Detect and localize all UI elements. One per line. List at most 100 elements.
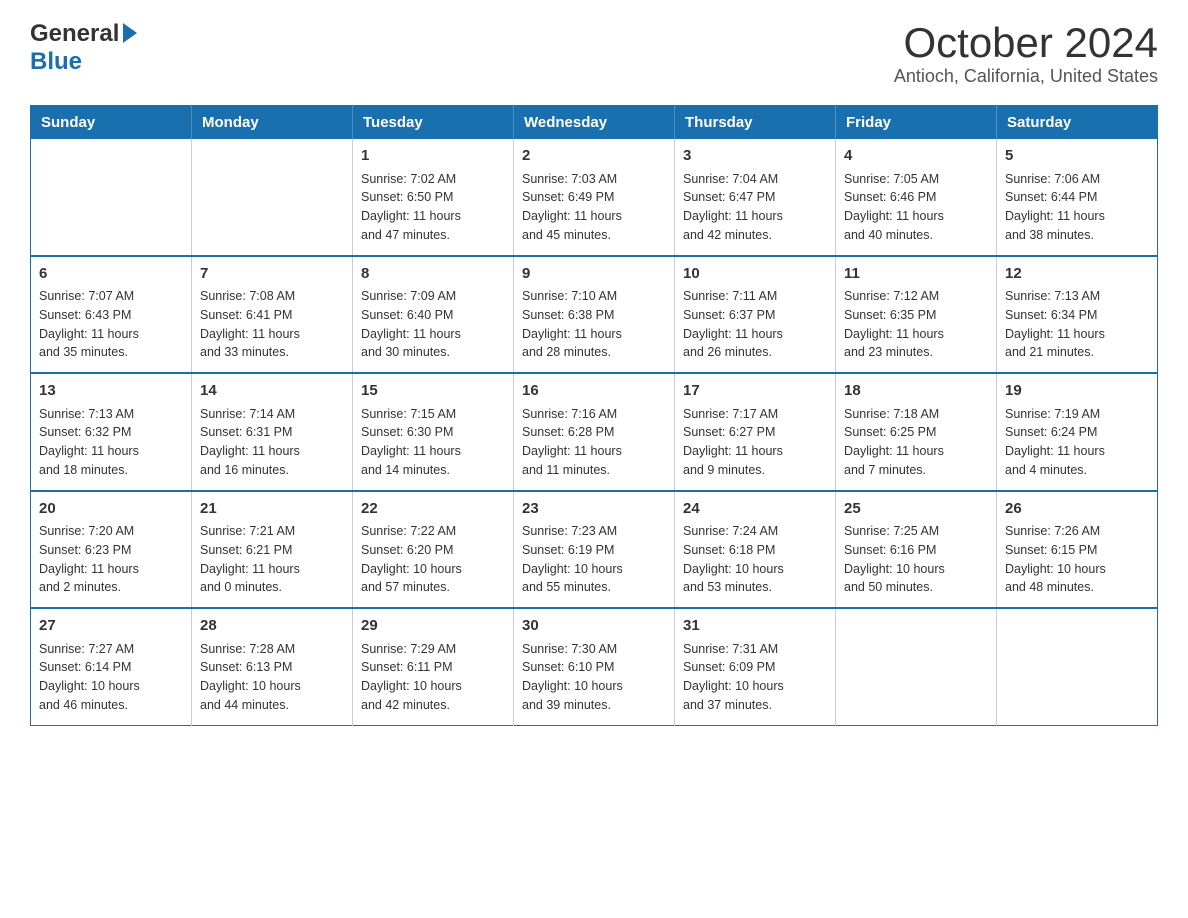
calendar-week-row: 6Sunrise: 7:07 AMSunset: 6:43 PMDaylight… bbox=[31, 256, 1158, 374]
day-number: 2 bbox=[522, 145, 666, 168]
day-number: 22 bbox=[361, 498, 505, 521]
calendar-day-24: 24Sunrise: 7:24 AMSunset: 6:18 PMDayligh… bbox=[675, 491, 836, 609]
calendar-day-17: 17Sunrise: 7:17 AMSunset: 6:27 PMDayligh… bbox=[675, 373, 836, 491]
day-info: Sunrise: 7:27 AMSunset: 6:14 PMDaylight:… bbox=[39, 640, 183, 715]
day-number: 19 bbox=[1005, 380, 1149, 403]
day-number: 13 bbox=[39, 380, 183, 403]
day-info: Sunrise: 7:23 AMSunset: 6:19 PMDaylight:… bbox=[522, 522, 666, 597]
day-info: Sunrise: 7:08 AMSunset: 6:41 PMDaylight:… bbox=[200, 287, 344, 362]
calendar-week-row: 1Sunrise: 7:02 AMSunset: 6:50 PMDaylight… bbox=[31, 139, 1158, 256]
day-number: 28 bbox=[200, 615, 344, 638]
calendar-day-26: 26Sunrise: 7:26 AMSunset: 6:15 PMDayligh… bbox=[997, 491, 1158, 609]
day-number: 27 bbox=[39, 615, 183, 638]
col-header-monday: Monday bbox=[192, 106, 353, 140]
calendar-week-row: 20Sunrise: 7:20 AMSunset: 6:23 PMDayligh… bbox=[31, 491, 1158, 609]
col-header-thursday: Thursday bbox=[675, 106, 836, 140]
calendar-day-22: 22Sunrise: 7:22 AMSunset: 6:20 PMDayligh… bbox=[353, 491, 514, 609]
day-info: Sunrise: 7:12 AMSunset: 6:35 PMDaylight:… bbox=[844, 287, 988, 362]
day-number: 5 bbox=[1005, 145, 1149, 168]
empty-cell bbox=[192, 139, 353, 256]
calendar-day-7: 7Sunrise: 7:08 AMSunset: 6:41 PMDaylight… bbox=[192, 256, 353, 374]
calendar-day-8: 8Sunrise: 7:09 AMSunset: 6:40 PMDaylight… bbox=[353, 256, 514, 374]
title-block: October 2024 Antioch, California, United… bbox=[894, 20, 1158, 87]
day-info: Sunrise: 7:06 AMSunset: 6:44 PMDaylight:… bbox=[1005, 170, 1149, 245]
calendar-day-3: 3Sunrise: 7:04 AMSunset: 6:47 PMDaylight… bbox=[675, 139, 836, 256]
day-info: Sunrise: 7:25 AMSunset: 6:16 PMDaylight:… bbox=[844, 522, 988, 597]
day-number: 10 bbox=[683, 263, 827, 286]
logo: General Blue bbox=[30, 20, 137, 76]
day-info: Sunrise: 7:13 AMSunset: 6:34 PMDaylight:… bbox=[1005, 287, 1149, 362]
day-info: Sunrise: 7:24 AMSunset: 6:18 PMDaylight:… bbox=[683, 522, 827, 597]
logo-triangle-icon bbox=[123, 23, 137, 43]
logo-general-text: General bbox=[30, 20, 119, 48]
day-info: Sunrise: 7:03 AMSunset: 6:49 PMDaylight:… bbox=[522, 170, 666, 245]
day-number: 20 bbox=[39, 498, 183, 521]
day-info: Sunrise: 7:17 AMSunset: 6:27 PMDaylight:… bbox=[683, 405, 827, 480]
day-number: 15 bbox=[361, 380, 505, 403]
location-title: Antioch, California, United States bbox=[894, 66, 1158, 87]
calendar-day-16: 16Sunrise: 7:16 AMSunset: 6:28 PMDayligh… bbox=[514, 373, 675, 491]
day-info: Sunrise: 7:26 AMSunset: 6:15 PMDaylight:… bbox=[1005, 522, 1149, 597]
calendar-day-31: 31Sunrise: 7:31 AMSunset: 6:09 PMDayligh… bbox=[675, 608, 836, 725]
day-info: Sunrise: 7:13 AMSunset: 6:32 PMDaylight:… bbox=[39, 405, 183, 480]
day-number: 18 bbox=[844, 380, 988, 403]
calendar-day-19: 19Sunrise: 7:19 AMSunset: 6:24 PMDayligh… bbox=[997, 373, 1158, 491]
calendar-day-13: 13Sunrise: 7:13 AMSunset: 6:32 PMDayligh… bbox=[31, 373, 192, 491]
day-number: 14 bbox=[200, 380, 344, 403]
day-number: 3 bbox=[683, 145, 827, 168]
day-number: 4 bbox=[844, 145, 988, 168]
calendar-day-27: 27Sunrise: 7:27 AMSunset: 6:14 PMDayligh… bbox=[31, 608, 192, 725]
calendar-day-30: 30Sunrise: 7:30 AMSunset: 6:10 PMDayligh… bbox=[514, 608, 675, 725]
day-info: Sunrise: 7:10 AMSunset: 6:38 PMDaylight:… bbox=[522, 287, 666, 362]
calendar-day-5: 5Sunrise: 7:06 AMSunset: 6:44 PMDaylight… bbox=[997, 139, 1158, 256]
col-header-sunday: Sunday bbox=[31, 106, 192, 140]
calendar-day-14: 14Sunrise: 7:14 AMSunset: 6:31 PMDayligh… bbox=[192, 373, 353, 491]
calendar-day-12: 12Sunrise: 7:13 AMSunset: 6:34 PMDayligh… bbox=[997, 256, 1158, 374]
day-number: 23 bbox=[522, 498, 666, 521]
day-info: Sunrise: 7:05 AMSunset: 6:46 PMDaylight:… bbox=[844, 170, 988, 245]
page-header: General Blue October 2024 Antioch, Calif… bbox=[30, 20, 1158, 87]
calendar-day-20: 20Sunrise: 7:20 AMSunset: 6:23 PMDayligh… bbox=[31, 491, 192, 609]
day-number: 29 bbox=[361, 615, 505, 638]
calendar-day-28: 28Sunrise: 7:28 AMSunset: 6:13 PMDayligh… bbox=[192, 608, 353, 725]
empty-cell bbox=[836, 608, 997, 725]
day-info: Sunrise: 7:29 AMSunset: 6:11 PMDaylight:… bbox=[361, 640, 505, 715]
calendar-day-25: 25Sunrise: 7:25 AMSunset: 6:16 PMDayligh… bbox=[836, 491, 997, 609]
calendar-week-row: 27Sunrise: 7:27 AMSunset: 6:14 PMDayligh… bbox=[31, 608, 1158, 725]
col-header-wednesday: Wednesday bbox=[514, 106, 675, 140]
day-number: 8 bbox=[361, 263, 505, 286]
calendar-day-21: 21Sunrise: 7:21 AMSunset: 6:21 PMDayligh… bbox=[192, 491, 353, 609]
day-info: Sunrise: 7:19 AMSunset: 6:24 PMDaylight:… bbox=[1005, 405, 1149, 480]
calendar-day-9: 9Sunrise: 7:10 AMSunset: 6:38 PMDaylight… bbox=[514, 256, 675, 374]
day-info: Sunrise: 7:07 AMSunset: 6:43 PMDaylight:… bbox=[39, 287, 183, 362]
calendar-day-10: 10Sunrise: 7:11 AMSunset: 6:37 PMDayligh… bbox=[675, 256, 836, 374]
calendar-week-row: 13Sunrise: 7:13 AMSunset: 6:32 PMDayligh… bbox=[31, 373, 1158, 491]
empty-cell bbox=[31, 139, 192, 256]
day-info: Sunrise: 7:20 AMSunset: 6:23 PMDaylight:… bbox=[39, 522, 183, 597]
calendar-day-15: 15Sunrise: 7:15 AMSunset: 6:30 PMDayligh… bbox=[353, 373, 514, 491]
day-number: 21 bbox=[200, 498, 344, 521]
day-number: 7 bbox=[200, 263, 344, 286]
month-title: October 2024 bbox=[894, 20, 1158, 66]
day-number: 12 bbox=[1005, 263, 1149, 286]
day-info: Sunrise: 7:31 AMSunset: 6:09 PMDaylight:… bbox=[683, 640, 827, 715]
day-number: 11 bbox=[844, 263, 988, 286]
day-info: Sunrise: 7:22 AMSunset: 6:20 PMDaylight:… bbox=[361, 522, 505, 597]
day-info: Sunrise: 7:09 AMSunset: 6:40 PMDaylight:… bbox=[361, 287, 505, 362]
day-number: 30 bbox=[522, 615, 666, 638]
calendar-day-18: 18Sunrise: 7:18 AMSunset: 6:25 PMDayligh… bbox=[836, 373, 997, 491]
calendar-day-2: 2Sunrise: 7:03 AMSunset: 6:49 PMDaylight… bbox=[514, 139, 675, 256]
day-info: Sunrise: 7:30 AMSunset: 6:10 PMDaylight:… bbox=[522, 640, 666, 715]
calendar-day-23: 23Sunrise: 7:23 AMSunset: 6:19 PMDayligh… bbox=[514, 491, 675, 609]
day-number: 31 bbox=[683, 615, 827, 638]
empty-cell bbox=[997, 608, 1158, 725]
day-number: 26 bbox=[1005, 498, 1149, 521]
calendar-day-6: 6Sunrise: 7:07 AMSunset: 6:43 PMDaylight… bbox=[31, 256, 192, 374]
day-number: 1 bbox=[361, 145, 505, 168]
col-header-tuesday: Tuesday bbox=[353, 106, 514, 140]
day-number: 24 bbox=[683, 498, 827, 521]
col-header-saturday: Saturday bbox=[997, 106, 1158, 140]
day-info: Sunrise: 7:11 AMSunset: 6:37 PMDaylight:… bbox=[683, 287, 827, 362]
day-info: Sunrise: 7:18 AMSunset: 6:25 PMDaylight:… bbox=[844, 405, 988, 480]
calendar-header-row: SundayMondayTuesdayWednesdayThursdayFrid… bbox=[31, 106, 1158, 140]
